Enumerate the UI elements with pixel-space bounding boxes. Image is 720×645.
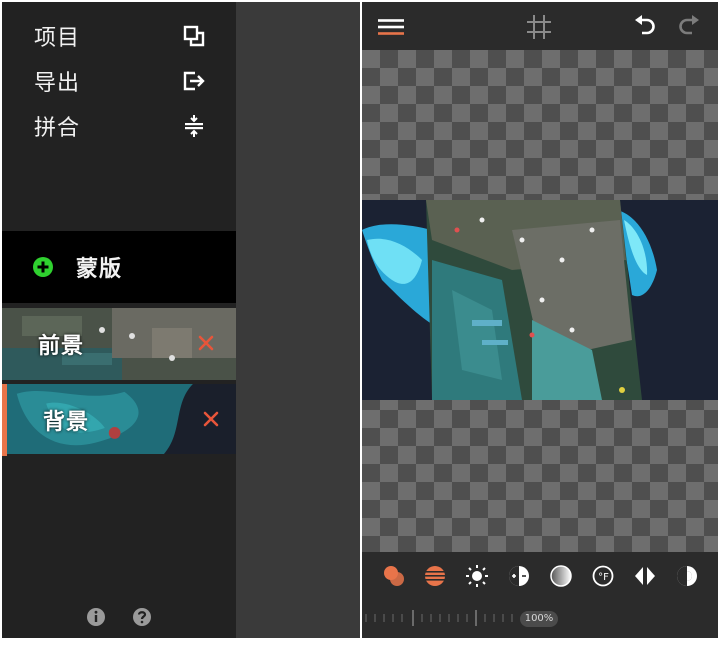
- flatten-icon: [185, 115, 203, 137]
- undo-icon[interactable]: [632, 14, 658, 40]
- brightness-icon[interactable]: [465, 564, 489, 588]
- project-icon: [183, 25, 205, 47]
- mask-label: 蒙版: [76, 257, 123, 282]
- help-icon[interactable]: [132, 607, 152, 627]
- menu-item-label: 项目: [34, 26, 81, 51]
- menu-item-label: 拼合: [34, 116, 81, 141]
- editor-panel: °F 100%: [362, 2, 718, 638]
- sidebar: 项目 导出 拼合 蒙版 前景 背景: [2, 2, 236, 638]
- contrast-icon[interactable]: [549, 564, 573, 588]
- zoom-level-badge: 100%: [520, 611, 558, 627]
- redo-icon[interactable]: [676, 14, 702, 40]
- layer-label: 前景: [38, 334, 85, 359]
- svg-text:°F: °F: [598, 572, 609, 583]
- delete-icon[interactable]: [198, 335, 214, 351]
- gradient-icon[interactable]: [423, 564, 447, 588]
- grid-icon[interactable]: [526, 14, 552, 40]
- temperature-icon[interactable]: °F: [591, 564, 615, 588]
- layer-foreground[interactable]: 前景: [2, 308, 236, 380]
- layer-background[interactable]: 背景: [2, 384, 236, 456]
- add-circle-icon: [33, 257, 53, 277]
- canvas-area[interactable]: [362, 50, 718, 552]
- menu-item-label: 导出: [34, 71, 81, 96]
- invert-icon[interactable]: [675, 564, 699, 588]
- composite-image[interactable]: [362, 200, 718, 400]
- menu-item-export[interactable]: 导出: [2, 61, 236, 101]
- exposure-icon[interactable]: [507, 564, 531, 588]
- hamburger-menu-icon[interactable]: [378, 14, 404, 40]
- layer-label: 背景: [43, 410, 90, 435]
- export-icon: [183, 71, 205, 91]
- delete-icon[interactable]: [203, 411, 219, 427]
- info-icon[interactable]: [86, 607, 106, 627]
- mask-add-row[interactable]: 蒙版: [2, 231, 236, 303]
- top-toolbar: [362, 2, 718, 50]
- layer-thumbnail: [7, 384, 236, 455]
- blend-icon[interactable]: [382, 564, 406, 588]
- flip-icon[interactable]: [633, 564, 657, 588]
- bottom-toolbar: °F 100%: [362, 552, 718, 638]
- workspace-gap: [236, 2, 360, 638]
- menu-item-project[interactable]: 项目: [2, 16, 236, 56]
- menu-item-flatten[interactable]: 拼合: [2, 106, 236, 146]
